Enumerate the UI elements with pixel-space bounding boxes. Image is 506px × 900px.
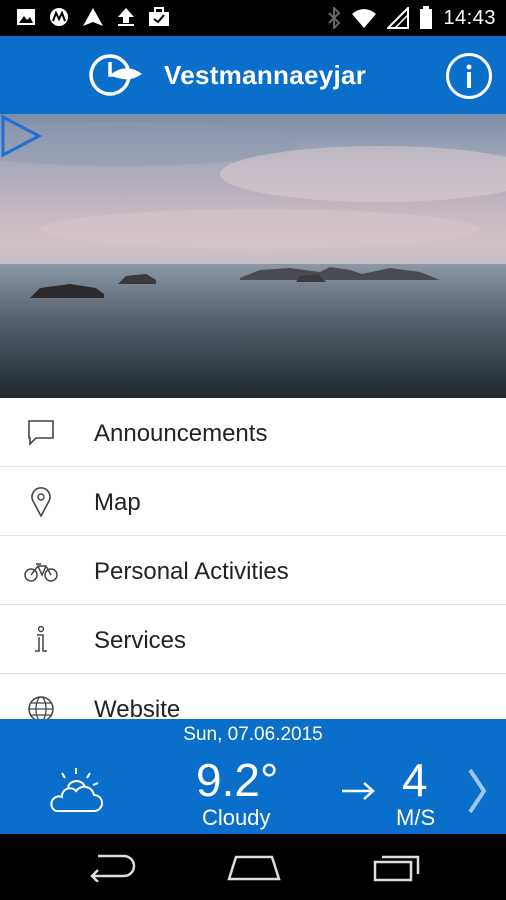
recents-icon[interactable] bbox=[372, 852, 422, 882]
image-icon bbox=[17, 9, 35, 25]
map-pin-icon bbox=[31, 487, 51, 517]
notification-icons bbox=[16, 7, 170, 27]
upload-icon bbox=[118, 8, 134, 26]
temperature: 9.2° bbox=[196, 754, 279, 806]
navigation-icon bbox=[83, 8, 103, 26]
battery-icon bbox=[420, 6, 433, 29]
menu-label: Website bbox=[94, 696, 181, 720]
play-icon[interactable] bbox=[0, 114, 42, 158]
weather-panel[interactable]: Sun, 07.06.2015 9.2° Cloudy 4 M/S bbox=[0, 719, 506, 834]
menu-label: Map bbox=[94, 489, 141, 516]
briefcase-icon bbox=[149, 7, 169, 26]
arrow-right-icon bbox=[342, 782, 375, 800]
wind-speed: 4 bbox=[402, 754, 428, 806]
wifi-icon bbox=[352, 9, 377, 28]
home-icon[interactable] bbox=[226, 852, 282, 882]
bicycle-icon bbox=[24, 563, 58, 582]
weather-condition: Cloudy bbox=[202, 805, 271, 830]
back-icon[interactable] bbox=[88, 852, 138, 882]
cloud-sun-icon bbox=[50, 768, 103, 812]
status-bar: 14:43 bbox=[0, 0, 506, 36]
system-nav-bar bbox=[0, 834, 506, 900]
info-icon bbox=[466, 64, 472, 88]
menu-label: Announcements bbox=[94, 420, 268, 447]
globe-icon bbox=[28, 696, 54, 720]
info-button[interactable] bbox=[446, 53, 492, 99]
bluetooth-icon bbox=[328, 7, 341, 29]
hero-scenery bbox=[0, 122, 506, 398]
app-title: Vestmannaeyjar bbox=[164, 60, 367, 90]
menu-label: Personal Activities bbox=[94, 558, 289, 585]
chevron-right-icon[interactable] bbox=[466, 767, 488, 815]
menu-label: Services bbox=[94, 627, 187, 654]
speech-bubble-icon bbox=[28, 420, 54, 446]
wind-unit: M/S bbox=[396, 805, 436, 830]
hero-video[interactable] bbox=[0, 114, 506, 398]
main-menu: Announcements Map Personal Activities Se… bbox=[0, 398, 506, 720]
menu-item-map[interactable]: Map bbox=[0, 467, 506, 536]
app-logo-icon bbox=[89, 54, 142, 96]
info-i-icon bbox=[35, 625, 47, 652]
menu-item-services[interactable]: Services bbox=[0, 605, 506, 674]
app-bar: Vestmannaeyjar bbox=[0, 36, 506, 114]
clock: 14:43 bbox=[443, 6, 496, 29]
menu-item-announcements[interactable]: Announcements bbox=[0, 398, 506, 467]
weather-date: Sun, 07.06.2015 bbox=[183, 724, 323, 745]
motorola-icon bbox=[50, 8, 68, 26]
cell-signal-icon bbox=[387, 7, 410, 29]
system-icons: 14:43 bbox=[327, 6, 496, 30]
menu-item-website[interactable]: Website bbox=[0, 674, 506, 720]
menu-item-personal-activities[interactable]: Personal Activities bbox=[0, 536, 506, 605]
